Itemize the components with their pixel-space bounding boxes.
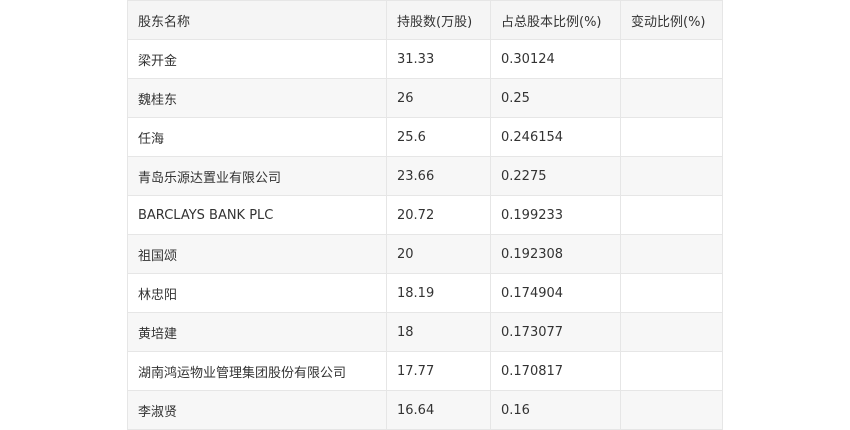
header-shares-held: 持股数(万股) xyxy=(386,0,491,40)
cell-share-ratio: 0.246154 xyxy=(490,117,621,157)
cell-share-ratio: 0.2275 xyxy=(490,156,621,196)
cell-shares-held: 25.6 xyxy=(386,117,491,157)
header-change-ratio: 变动比例(%) xyxy=(620,0,723,40)
cell-shares-held: 20.72 xyxy=(386,195,491,235)
cell-shares-held: 17.77 xyxy=(386,351,491,391)
table-header: 股东名称 持股数(万股) 占总股本比例(%) 变动比例(%) xyxy=(127,0,723,40)
table-row: 任海 25.6 0.246154 xyxy=(127,117,723,157)
table-body: 梁开金 31.33 0.30124 魏桂东 26 0.25 任海 25.6 0.… xyxy=(127,39,723,430)
cell-shares-held: 18.19 xyxy=(386,273,491,313)
cell-shareholder-name: 林忠阳 xyxy=(127,273,387,313)
cell-shares-held: 26 xyxy=(386,78,491,118)
cell-shares-held: 31.33 xyxy=(386,39,491,79)
cell-share-ratio: 0.173077 xyxy=(490,312,621,352)
cell-shares-held: 23.66 xyxy=(386,156,491,196)
cell-change-ratio xyxy=(620,312,723,352)
cell-share-ratio: 0.170817 xyxy=(490,351,621,391)
header-share-ratio: 占总股本比例(%) xyxy=(490,0,621,40)
cell-shareholder-name: 黄培建 xyxy=(127,312,387,352)
table-row: 林忠阳 18.19 0.174904 xyxy=(127,273,723,313)
cell-shares-held: 20 xyxy=(386,234,491,274)
header-row: 股东名称 持股数(万股) 占总股本比例(%) 变动比例(%) xyxy=(127,0,723,40)
cell-share-ratio: 0.199233 xyxy=(490,195,621,235)
cell-shareholder-name: BARCLAYS BANK PLC xyxy=(127,195,387,235)
header-shareholder-name: 股东名称 xyxy=(127,0,387,40)
shareholder-table-container: 股东名称 持股数(万股) 占总股本比例(%) 变动比例(%) 梁开金 31.33… xyxy=(127,0,723,430)
table-row: 黄培建 18 0.173077 xyxy=(127,312,723,352)
cell-shareholder-name: 李淑贤 xyxy=(127,390,387,430)
cell-change-ratio xyxy=(620,195,723,235)
shareholder-table: 股东名称 持股数(万股) 占总股本比例(%) 变动比例(%) 梁开金 31.33… xyxy=(127,0,723,430)
cell-change-ratio xyxy=(620,351,723,391)
cell-shareholder-name: 湖南鸿运物业管理集团股份有限公司 xyxy=(127,351,387,391)
cell-shareholder-name: 青岛乐源达置业有限公司 xyxy=(127,156,387,196)
cell-change-ratio xyxy=(620,39,723,79)
table-row: 李淑贤 16.64 0.16 xyxy=(127,390,723,430)
cell-share-ratio: 0.174904 xyxy=(490,273,621,313)
cell-shares-held: 16.64 xyxy=(386,390,491,430)
cell-change-ratio xyxy=(620,273,723,313)
cell-share-ratio: 0.192308 xyxy=(490,234,621,274)
cell-shareholder-name: 梁开金 xyxy=(127,39,387,79)
cell-share-ratio: 0.25 xyxy=(490,78,621,118)
cell-shareholder-name: 魏桂东 xyxy=(127,78,387,118)
cell-change-ratio xyxy=(620,156,723,196)
cell-shareholder-name: 任海 xyxy=(127,117,387,157)
cell-change-ratio xyxy=(620,234,723,274)
cell-share-ratio: 0.30124 xyxy=(490,39,621,79)
cell-share-ratio: 0.16 xyxy=(490,390,621,430)
cell-shareholder-name: 祖国颂 xyxy=(127,234,387,274)
cell-change-ratio xyxy=(620,390,723,430)
cell-change-ratio xyxy=(620,78,723,118)
table-row: 青岛乐源达置业有限公司 23.66 0.2275 xyxy=(127,156,723,196)
table-row: 魏桂东 26 0.25 xyxy=(127,78,723,118)
cell-shares-held: 18 xyxy=(386,312,491,352)
table-row: 湖南鸿运物业管理集团股份有限公司 17.77 0.170817 xyxy=(127,351,723,391)
table-row: BARCLAYS BANK PLC 20.72 0.199233 xyxy=(127,195,723,235)
table-row: 祖国颂 20 0.192308 xyxy=(127,234,723,274)
table-row: 梁开金 31.33 0.30124 xyxy=(127,39,723,79)
cell-change-ratio xyxy=(620,117,723,157)
